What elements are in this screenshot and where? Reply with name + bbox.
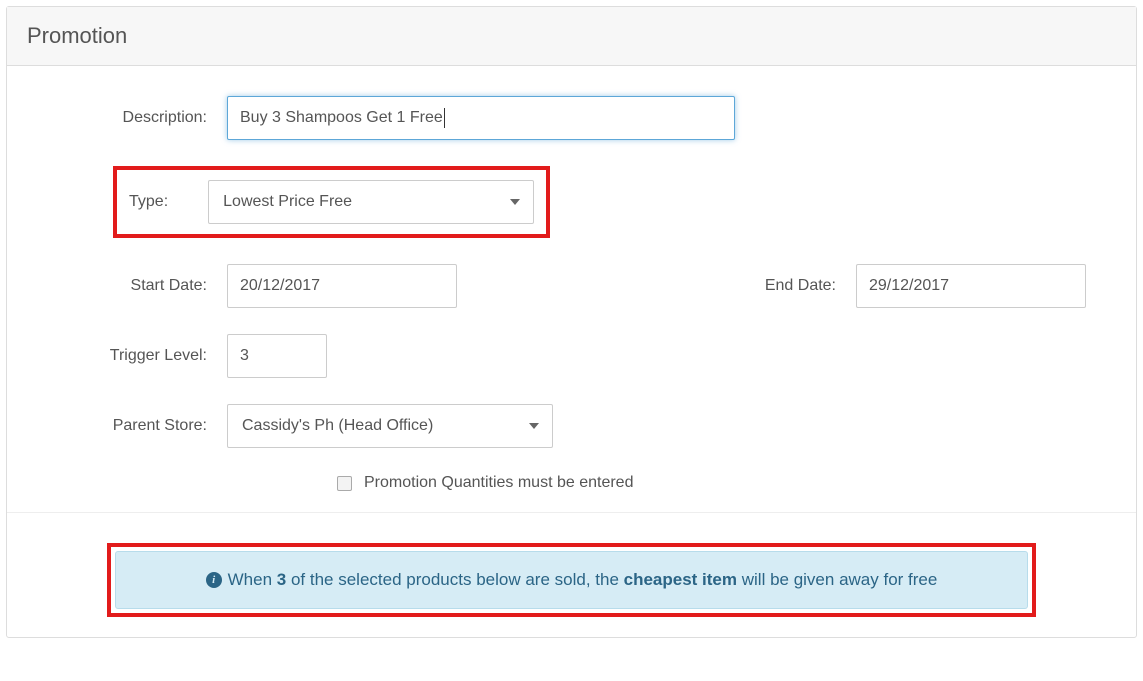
alert-mid: of the selected products below are sold,… <box>286 570 623 589</box>
text-cursor <box>444 108 445 128</box>
trigger-row: Trigger Level: <box>27 334 1116 378</box>
alert-pre: When <box>228 570 277 589</box>
description-input[interactable]: Buy 3 Shampoos Get 1 Free <box>227 96 735 140</box>
alert-count: 3 <box>277 570 286 589</box>
panel-title: Promotion <box>7 7 1136 66</box>
start-date-label: Start Date: <box>27 277 227 295</box>
end-date-input[interactable] <box>856 264 1086 308</box>
description-value: Buy 3 Shampoos Get 1 Free <box>240 109 443 127</box>
caret-down-icon <box>529 423 539 429</box>
end-date-label: End Date: <box>765 277 856 295</box>
parent-store-value: Cassidy's Ph (Head Office) <box>242 417 433 435</box>
quantities-checkbox[interactable] <box>337 476 352 491</box>
info-alert: i When 3 of the selected products below … <box>115 551 1028 609</box>
alert-highlight-box: i When 3 of the selected products below … <box>107 543 1036 617</box>
alert-section: i When 3 of the selected products below … <box>27 543 1116 617</box>
dates-row: Start Date: End Date: <box>27 264 1116 308</box>
parent-store-row: Parent Store: Cassidy's Ph (Head Office) <box>27 404 1116 448</box>
type-highlight-box: Type: Lowest Price Free <box>113 166 550 238</box>
alert-bold: cheapest item <box>624 570 737 589</box>
trigger-input[interactable] <box>227 334 327 378</box>
type-select[interactable]: Lowest Price Free <box>208 180 534 224</box>
quantities-row: Promotion Quantities must be entered <box>27 474 1116 492</box>
quantities-label: Promotion Quantities must be entered <box>364 474 633 492</box>
parent-store-label: Parent Store: <box>27 417 227 435</box>
description-row: Description: Buy 3 Shampoos Get 1 Free <box>27 96 1116 140</box>
panel-body: Description: Buy 3 Shampoos Get 1 Free T… <box>7 66 1136 637</box>
info-icon: i <box>206 572 222 588</box>
trigger-label: Trigger Level: <box>27 347 227 365</box>
promotion-panel: Promotion Description: Buy 3 Shampoos Ge… <box>6 6 1137 638</box>
type-value: Lowest Price Free <box>223 193 352 211</box>
type-label: Type: <box>129 193 168 211</box>
alert-post: will be given away for free <box>737 570 937 589</box>
parent-store-select[interactable]: Cassidy's Ph (Head Office) <box>227 404 553 448</box>
divider <box>7 512 1136 513</box>
caret-down-icon <box>510 199 520 205</box>
description-label: Description: <box>27 109 227 127</box>
start-date-input[interactable] <box>227 264 457 308</box>
